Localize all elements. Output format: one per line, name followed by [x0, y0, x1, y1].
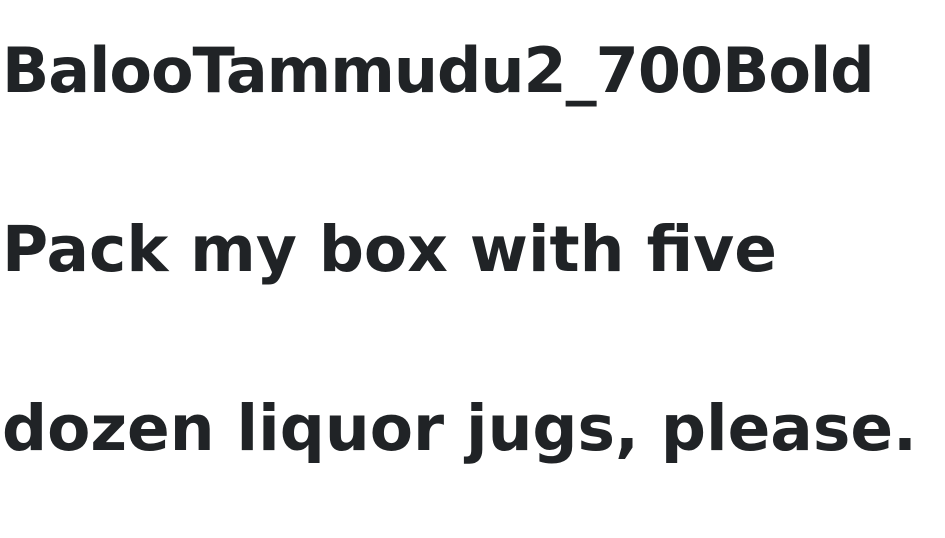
sample-text-line-1: Pack my box with five	[2, 213, 777, 286]
font-preview-panel: BalooTammudu2_700Bold Pack my box with f…	[0, 0, 945, 538]
font-name-heading: BalooTammudu2_700Bold	[2, 34, 875, 107]
sample-text-line-2: dozen liquor jugs, please.	[2, 392, 917, 465]
